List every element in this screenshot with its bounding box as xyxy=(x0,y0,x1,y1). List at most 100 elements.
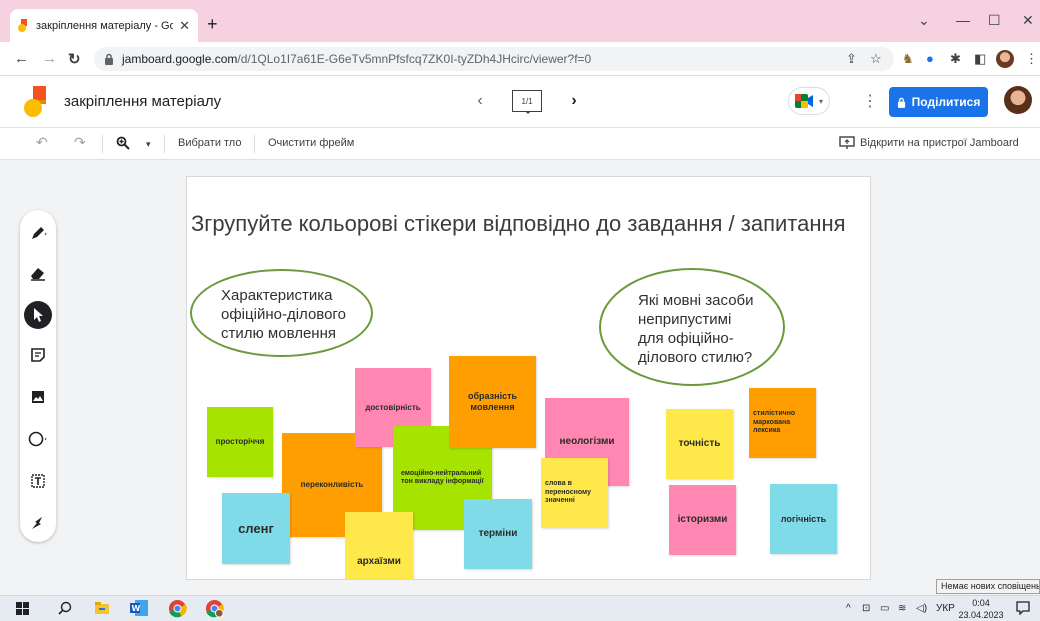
sticky-note[interactable]: стилістично маркована лексика xyxy=(749,388,816,458)
url-field[interactable]: jamboard.google.com/d/1QLo1I7a61E-G6eTv5… xyxy=(94,47,894,71)
share-label: Поділитися xyxy=(911,95,981,109)
ellipse-question-text: Які мовні засоби неприпустимі для офіцій… xyxy=(638,292,754,366)
bookmark-star-icon[interactable]: ☆ xyxy=(870,51,882,67)
ellipse-characteristics-text: Характеристика офіційно-ділового стилю м… xyxy=(221,287,346,342)
browser-tab-bar: закріплення матеріалу - Google ✕ + ⌄ — ☐… xyxy=(0,0,1040,42)
app-header: закріплення матеріалу ‹ 1/1 › ▾ ⋮ Поділи… xyxy=(0,76,1040,128)
text-box-tool[interactable] xyxy=(27,470,49,492)
jamboard-favicon-icon xyxy=(18,18,27,32)
system-clock[interactable]: 0:04 23.04.2023 xyxy=(958,597,1004,621)
sticky-note[interactable]: архаїзми xyxy=(345,512,413,579)
previous-frame-icon[interactable]: ‹ xyxy=(470,92,490,110)
sticky-note[interactable]: історизми xyxy=(669,485,736,555)
clock-date: 23.04.2023 xyxy=(958,610,1004,620)
volume-icon[interactable]: ◁) xyxy=(916,603,927,614)
document-title[interactable]: закріплення матеріалу xyxy=(64,93,221,110)
windows-start-icon[interactable] xyxy=(16,602,29,615)
browser-tab[interactable]: закріплення матеріалу - Google ✕ xyxy=(10,9,198,42)
more-options-icon[interactable]: ⋮ xyxy=(862,91,878,111)
jamboard-toolbar: ↶ ↷ ▾ Вибрати тло Очистити фрейм Відкрит… xyxy=(0,128,1040,160)
share-button[interactable]: Поділитися xyxy=(889,87,988,117)
circle-shape-icon xyxy=(28,431,47,447)
back-arrow-icon[interactable]: ← xyxy=(14,50,29,67)
clear-frame-button[interactable]: Очистити фрейм xyxy=(268,137,354,149)
tab-title: закріплення матеріалу - Google xyxy=(36,19,174,32)
ellipse-question[interactable]: Які мовні засоби неприпустимі для офіцій… xyxy=(599,268,785,386)
tab-close-icon[interactable]: ✕ xyxy=(179,18,190,34)
meet-button[interactable]: ▾ xyxy=(788,87,830,115)
frame-navigator: ‹ 1/1 › xyxy=(470,90,584,114)
image-icon xyxy=(32,391,44,403)
forward-arrow-icon[interactable]: → xyxy=(42,50,57,67)
zoom-icon[interactable] xyxy=(116,136,130,150)
tray-app-icon[interactable]: ⊡ xyxy=(862,603,870,614)
clock-time: 0:04 xyxy=(972,598,990,608)
side-panel-icon[interactable]: ◧ xyxy=(974,51,986,67)
open-on-jamboard-button[interactable]: Відкрити на пристрої Jamboard xyxy=(839,136,1019,149)
frame-indicator[interactable]: 1/1 xyxy=(512,90,542,114)
next-frame-icon[interactable]: › xyxy=(564,92,584,110)
language-indicator[interactable]: УКР xyxy=(936,603,955,614)
laser-tool[interactable] xyxy=(27,512,49,534)
chrome-icon[interactable] xyxy=(168,599,187,618)
sticky-note[interactable]: образність мовлення xyxy=(449,356,536,448)
extension-dot-icon[interactable]: ● xyxy=(926,51,934,66)
wifi-icon[interactable]: ≋ xyxy=(898,603,906,614)
profile-avatar[interactable] xyxy=(996,50,1014,68)
share-lock-icon xyxy=(897,97,905,108)
toolbar-divider xyxy=(164,135,165,153)
minimize-button[interactable]: — xyxy=(956,12,970,28)
meet-camera-icon xyxy=(794,94,813,108)
reload-icon[interactable]: ↻ xyxy=(68,50,81,68)
sticky-note-tool[interactable] xyxy=(27,344,49,366)
pen-icon xyxy=(32,227,47,239)
select-tool[interactable] xyxy=(24,301,52,329)
toolbar-divider xyxy=(102,135,103,153)
battery-icon[interactable]: ▭ xyxy=(880,603,889,614)
chrome-profile-icon[interactable] xyxy=(205,599,224,618)
redo-icon[interactable]: ↷ xyxy=(74,134,86,151)
sticky-note[interactable]: сленг xyxy=(222,493,290,564)
new-tab-button[interactable]: + xyxy=(207,14,218,35)
sticky-note[interactable]: логічність xyxy=(770,484,837,554)
sticky-note[interactable]: слова в переносному значенні xyxy=(541,458,608,528)
url-host: jamboard.google.com xyxy=(122,52,238,66)
notification-toast: Немає нових сповіщень xyxy=(936,579,1040,594)
windows-taskbar: W ^ ⊡ ▭ ≋ ◁) УКР 0:04 23.04.2023 xyxy=(0,595,1040,621)
maximize-button[interactable]: ☐ xyxy=(988,12,1001,29)
eraser-tool[interactable] xyxy=(27,262,49,284)
url-path: /d/1QLo1I7a61E-G6eTv5mnPfsfcq7ZK0I-tyZDh… xyxy=(237,52,592,66)
extension-owl-icon[interactable]: ♞ xyxy=(902,51,914,67)
tray-overflow-icon[interactable]: ^ xyxy=(846,603,851,614)
set-background-button[interactable]: Вибрати тло xyxy=(178,137,241,149)
search-icon[interactable] xyxy=(58,601,72,615)
zoom-dropdown-icon[interactable]: ▾ xyxy=(146,139,151,150)
undo-icon[interactable]: ↶ xyxy=(36,134,48,151)
notification-center-icon[interactable] xyxy=(1016,601,1030,615)
tool-palette xyxy=(20,210,56,542)
word-icon[interactable]: W xyxy=(129,599,149,617)
toolbar-divider xyxy=(254,135,255,153)
window-close-button[interactable]: ✕ xyxy=(1022,12,1034,29)
user-avatar[interactable] xyxy=(1004,86,1032,114)
tab-search-chevron-icon[interactable]: ⌄ xyxy=(918,12,930,29)
svg-text:W: W xyxy=(132,604,141,613)
jamboard-frame[interactable]: Згрупуйте кольорові стікери відповідно д… xyxy=(186,176,871,580)
open-on-jamboard-label: Відкрити на пристрої Jamboard xyxy=(860,136,1019,149)
jamboard-logo-icon[interactable] xyxy=(24,86,46,118)
share-page-icon[interactable]: ⇪ xyxy=(846,51,857,67)
sticky-note[interactable]: терміни xyxy=(464,499,532,569)
file-explorer-icon[interactable] xyxy=(94,600,110,616)
sticky-note[interactable]: точність xyxy=(666,409,733,479)
image-tool[interactable] xyxy=(27,386,49,408)
browser-menu-icon[interactable]: ⋮ xyxy=(1025,51,1038,67)
sticky-note[interactable]: просторіччя xyxy=(207,407,273,477)
extensions-puzzle-icon[interactable]: ✱ xyxy=(950,51,961,67)
ellipse-characteristics[interactable]: Характеристика офіційно-ділового стилю м… xyxy=(190,269,373,357)
pen-tool[interactable] xyxy=(27,222,49,244)
meet-dropdown-icon: ▾ xyxy=(818,96,823,106)
laser-pointer-icon xyxy=(32,517,42,529)
cursor-arrow-icon xyxy=(34,308,43,322)
frame-heading: Згрупуйте кольорові стікери відповідно д… xyxy=(191,211,846,236)
shape-tool[interactable] xyxy=(27,428,49,450)
